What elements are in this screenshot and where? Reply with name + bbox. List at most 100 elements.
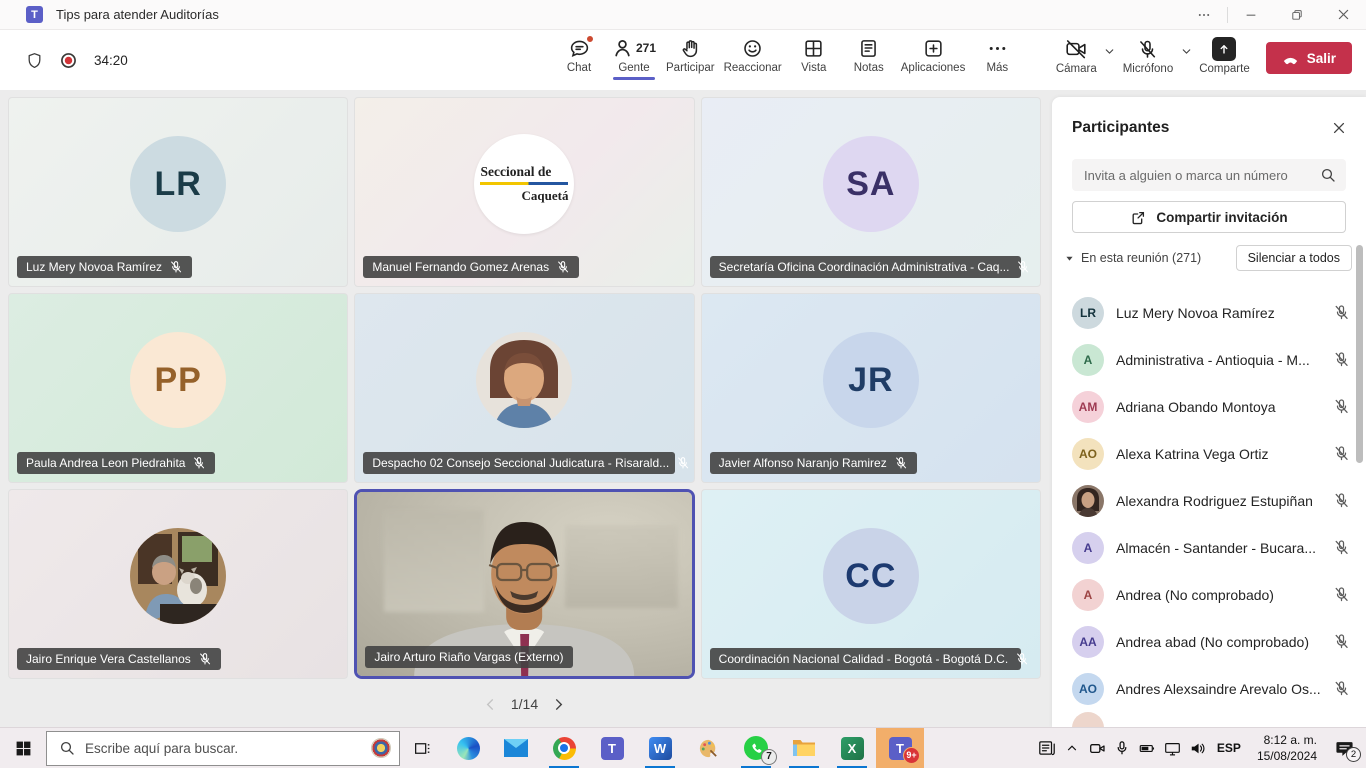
network-icon[interactable] [1160,728,1185,768]
video-tile[interactable]: CC Coordinación Nacional Calidad - Bogot… [701,489,1041,679]
participants-list: LR Luz Mery Novoa Ramírez A Administrati… [1052,289,1366,727]
start-button[interactable] [0,728,46,768]
teams-icon: T [601,737,624,760]
battery-icon[interactable] [1135,728,1160,768]
volume-icon[interactable] [1185,728,1210,768]
people-count: 271 [636,41,656,55]
video-tile[interactable]: LR Luz Mery Novoa Ramírez [8,97,348,287]
widgets-news-icon[interactable] [1035,728,1060,768]
participant-row[interactable]: A Almacén - Santander - Bucara... [1052,524,1366,571]
minimize-button[interactable] [1228,0,1274,30]
edge-icon [457,737,480,760]
invite-search-field[interactable] [1072,159,1346,191]
taskbar-app-chrome[interactable] [540,728,588,768]
collapse-triangle-icon [1064,253,1075,264]
taskbar-app-explorer[interactable] [780,728,828,768]
tab-view[interactable]: Vista [791,36,837,80]
teams-meeting-window: T Tips para atender Auditorías 34:20 Cha… [0,0,1366,768]
participant-row[interactable]: AO Alexa Katrina Vega Ortiz [1052,430,1366,477]
taskbar-app-teams-active[interactable]: T 9+ [876,728,924,768]
avatar: AO [1072,673,1104,705]
participant-row[interactable]: AA Andrea abad (No comprobado) [1052,618,1366,665]
microphone-in-use-icon[interactable] [1110,728,1135,768]
participant-name-label: Coordinación Nacional Calidad - Bogotá -… [710,648,1021,670]
notification-center-button[interactable]: 2 [1326,728,1362,768]
taskbar-app-edge[interactable] [444,728,492,768]
share-invitation-button[interactable]: Compartir invitación [1072,201,1346,233]
invite-search-input[interactable] [1084,168,1320,183]
tab-notes[interactable]: Notas [846,36,892,80]
close-panel-button[interactable] [1324,113,1354,143]
avatar: A [1072,532,1104,564]
taskbar-app-teams[interactable]: T [588,728,636,768]
tray-time: 8:12 a. m. [1264,733,1317,747]
mic-off-icon [1137,37,1158,61]
camera-options-chevron[interactable] [1101,36,1119,58]
tab-chat[interactable]: Chat [556,36,602,80]
mic-off-icon [676,456,690,470]
share-button[interactable]: Comparte [1199,36,1250,75]
camera-button[interactable]: Cámara [1056,36,1097,75]
camera-off-icon [1065,37,1087,61]
microphone-button[interactable]: Micrófono [1123,36,1174,75]
taskbar-app-whatsapp[interactable]: 7 [732,728,780,768]
tab-people[interactable]: 271 Gente [611,36,657,80]
restore-button[interactable] [1274,0,1320,30]
in-meeting-section-header[interactable]: En esta reunión (271) [1064,251,1201,265]
selected-tab-underline [613,77,655,80]
participant-row-partial [1052,712,1366,727]
camera-in-use-icon[interactable] [1085,728,1110,768]
participant-row[interactable]: A Andrea (No comprobado) [1052,571,1366,618]
teams-app-icon: T [26,6,43,23]
participant-row[interactable]: Alexandra Rodriguez Estupiñan [1052,477,1366,524]
video-tile[interactable]: PP Paula Andrea Leon Piedrahita [8,293,348,483]
page-indicator: 1/14 [511,696,538,712]
leave-button[interactable]: Salir [1266,42,1352,74]
participant-row[interactable]: LR Luz Mery Novoa Ramírez [1052,289,1366,336]
mic-off-icon [1333,445,1350,462]
taskbar-app-paint[interactable] [684,728,732,768]
mic-off-icon [894,456,908,470]
avatar: AA [1072,626,1104,658]
active-speaker-video-tile[interactable]: Jairo Arturo Riaño Vargas (Externo) [354,489,694,679]
tab-apps[interactable]: Aplicaciones [901,36,966,80]
previous-page-button[interactable] [483,697,498,712]
mic-off-icon [1333,492,1350,509]
video-tile[interactable]: Seccional de Caquetá Manuel Fernando Gom… [354,97,694,287]
mic-off-icon [1333,351,1350,368]
mic-off-icon [198,652,212,666]
microphone-options-chevron[interactable] [1177,36,1195,58]
video-tile[interactable]: Jairo Enrique Vera Castellanos [8,489,348,679]
avatar: LR [1072,297,1104,329]
next-page-button[interactable] [551,697,566,712]
tab-raise-hand[interactable]: Participar [666,36,715,80]
clock[interactable]: 8:12 a. m. 15/08/2024 [1248,732,1326,764]
taskbar-app-mail[interactable] [492,728,540,768]
title-bar: T Tips para atender Auditorías [0,0,1366,30]
video-tile[interactable]: Despacho 02 Consejo Seccional Judicatura… [354,293,694,483]
avatar: AM [1072,391,1104,423]
avatar: A [1072,344,1104,376]
tab-more[interactable]: Más [974,36,1020,80]
paint-icon [697,737,720,760]
language-indicator[interactable]: ESP [1210,741,1248,755]
video-tile[interactable]: SA Secretaría Oficina Coordinación Admin… [701,97,1041,287]
participant-row[interactable]: A Administrativa - Antioquia - M... [1052,336,1366,383]
participant-row[interactable]: AO Andres Alexsaindre Arevalo Os... [1052,665,1366,712]
taskbar-app-word[interactable]: W [636,728,684,768]
taskbar-search-input[interactable] [85,741,361,756]
mic-off-icon [192,456,206,470]
task-view-button[interactable] [400,728,444,768]
tab-react[interactable]: Reaccionar [724,36,782,80]
video-tile[interactable]: JR Javier Alfonso Naranjo Ramirez [701,293,1041,483]
window-menu-button[interactable] [1181,0,1227,30]
taskbar-app-excel[interactable]: X [828,728,876,768]
participant-row[interactable]: AM Adriana Obando Montoya [1052,383,1366,430]
close-button[interactable] [1320,0,1366,30]
mic-off-icon [1333,586,1350,603]
meeting-toolbar: 34:20 Chat 271 Gente Participar Reaccion… [0,30,1366,90]
panel-scrollbar[interactable] [1356,245,1363,463]
mute-all-button[interactable]: Silenciar a todos [1236,245,1352,271]
show-hidden-icons-chevron[interactable] [1060,728,1085,768]
taskbar-search-box[interactable] [46,731,400,766]
